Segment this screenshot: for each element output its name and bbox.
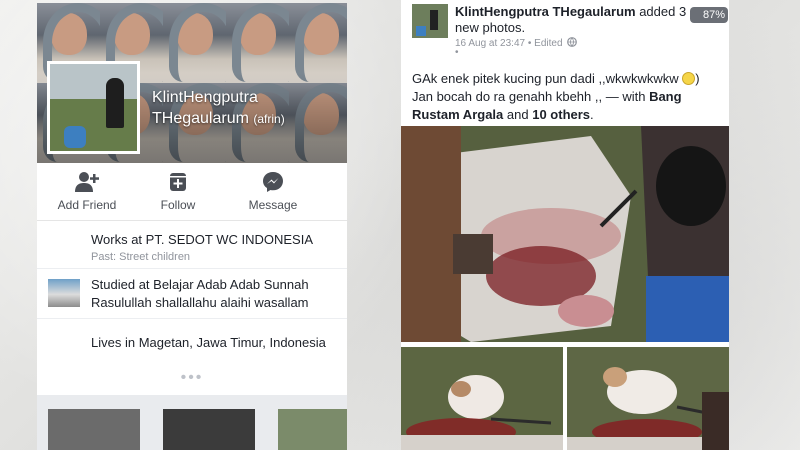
and-word: and xyxy=(506,107,529,122)
post-action-line1: added 3 xyxy=(639,4,687,19)
education-row[interactable]: Studied at Belajar Adab Adab Sunnah Rasu… xyxy=(37,269,347,319)
photo-thumbnail[interactable] xyxy=(278,409,347,450)
post-photo-main[interactable] xyxy=(401,126,729,342)
follow-label: Follow xyxy=(160,198,196,212)
messenger-icon xyxy=(223,171,323,193)
post-author-avatar[interactable] xyxy=(412,4,448,38)
post-photo-left[interactable] xyxy=(401,347,563,450)
battery-text: 87% xyxy=(702,9,725,21)
post-photo-right[interactable] xyxy=(567,347,729,450)
profile-actions: Add Friend Follow Message xyxy=(37,163,347,221)
smiley-emoji-icon xyxy=(682,72,696,85)
meta-separator: • xyxy=(527,38,532,49)
profile-picture[interactable] xyxy=(47,61,140,154)
post-options-dot[interactable]: • xyxy=(455,47,459,58)
residence-text: Lives in Magetan, Jawa Timur, Indonesia xyxy=(91,335,326,350)
message-button[interactable]: Message xyxy=(223,171,323,212)
follow-button[interactable]: Follow xyxy=(128,171,228,212)
profile-name-line2: THegaularum xyxy=(152,110,249,127)
battery-indicator: 87% xyxy=(690,7,728,23)
work-row[interactable]: Works at PT. SEDOT WC INDONESIA Past: St… xyxy=(37,221,347,269)
add-friend-button[interactable]: Add Friend xyxy=(37,171,137,212)
profile-alternate-name: (afrin) xyxy=(253,112,285,126)
cover-tile xyxy=(226,3,302,83)
add-friend-label: Add Friend xyxy=(57,198,117,212)
photo-thumbnail[interactable] xyxy=(48,409,140,450)
post-body: GAk enek pitek kucing pun dadi ,,wkwkwkw… xyxy=(412,70,722,124)
photo-strip xyxy=(37,395,347,450)
tagged-name-part1[interactable]: Bang xyxy=(649,89,682,104)
cover-tile xyxy=(163,3,239,83)
follow-icon xyxy=(128,171,228,193)
message-label: Message xyxy=(248,198,298,212)
work-past-text: Past: Street children xyxy=(91,251,191,263)
profile-panel: KlintHengputra THegaularum (afrin) Add F… xyxy=(37,3,347,450)
tagged-others-link[interactable]: 10 others xyxy=(532,107,590,122)
school-thumbnail xyxy=(48,279,80,307)
profile-name: KlintHengputra THegaularum (afrin) xyxy=(152,87,342,130)
post-text-line1: GAk enek pitek kucing pun dadi ,,wkwkwkw… xyxy=(412,71,679,86)
post-text-line2: Jan bocah do ra genahh kbehh ,, — with xyxy=(412,89,646,104)
education-line2: Rasulullah shallallahu alaihi wasallam xyxy=(91,295,309,310)
education-line1: Studied at Belajar Adab Adab Sunnah xyxy=(91,277,309,292)
post-author-name[interactable]: KlintHengputra THegaularum xyxy=(455,4,636,19)
post-card: KlintHengputra THegaularum added 3 new p… xyxy=(401,0,729,450)
post-meta: 16 Aug at 23:47 • Edited xyxy=(455,37,578,49)
add-friend-icon xyxy=(37,171,137,193)
post-text-close-paren: ) xyxy=(695,71,700,86)
residence-row[interactable]: Lives in Magetan, Jawa Timur, Indonesia xyxy=(37,319,347,361)
more-about-button[interactable]: ••• xyxy=(37,361,347,395)
post-edited-label[interactable]: Edited xyxy=(534,38,562,49)
tagged-name-part2[interactable]: Rustam Argala xyxy=(412,107,503,122)
education-text: Studied at Belajar Adab Adab Sunnah Rasu… xyxy=(91,276,309,312)
photo-thumbnail[interactable] xyxy=(163,409,255,450)
post-header: KlintHengputra THegaularum added 3 new p… xyxy=(455,4,705,36)
cover-tile xyxy=(289,3,347,83)
cover-photo[interactable]: KlintHengputra THegaularum (afrin) xyxy=(37,3,347,163)
post-text-period: . xyxy=(590,107,594,122)
globe-icon xyxy=(565,37,578,49)
profile-name-line1: KlintHengputra xyxy=(152,89,258,106)
about-section: Works at PT. SEDOT WC INDONESIA Past: St… xyxy=(37,221,347,361)
work-text: Works at PT. SEDOT WC INDONESIA xyxy=(91,232,313,247)
post-action-line2: new photos. xyxy=(455,20,526,35)
post-timestamp[interactable]: 16 Aug at 23:47 xyxy=(455,38,525,49)
